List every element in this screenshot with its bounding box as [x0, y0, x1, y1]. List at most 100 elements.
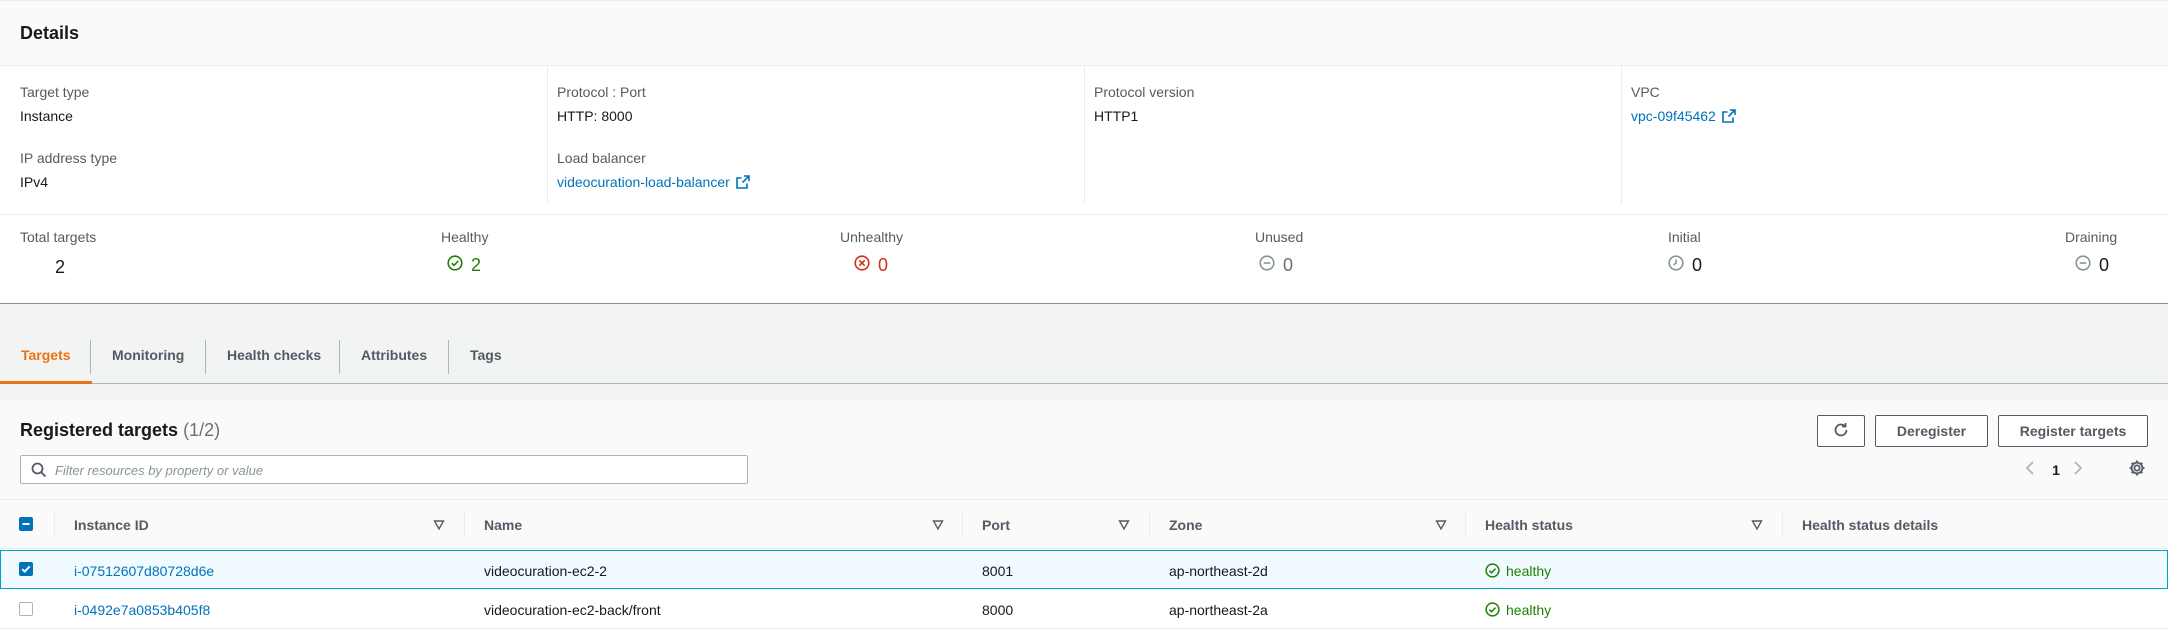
target-type-label: Target type — [20, 84, 90, 100]
details-column-4: VPC vpc-09f45462 — [1621, 66, 2158, 204]
unhealthy-label: Unhealthy — [840, 229, 904, 245]
health-status-badge: healthy — [1485, 602, 1551, 618]
tabs-bar: Targets Monitoring Health checks Attribu… — [0, 330, 2168, 384]
target-port: 8000 — [982, 601, 1014, 618]
initial-label: Initial — [1668, 229, 1701, 245]
details-column-1: Target type Instance IP address type IPv… — [0, 66, 537, 204]
target-zone: ap-northeast-2d — [1169, 562, 1268, 579]
sort-icon[interactable] — [433, 518, 445, 534]
unused-stat: Unused 0 — [1255, 229, 1303, 276]
next-page-icon[interactable] — [2072, 460, 2088, 479]
pagination: 1 — [2024, 460, 2088, 479]
vpc-link[interactable]: vpc-09f45462 — [1631, 108, 1736, 126]
registered-targets-title: Registered targets (1/2) — [20, 420, 220, 441]
check-circle-icon — [447, 255, 463, 276]
clock-icon — [1668, 255, 1684, 276]
instance-id-link[interactable]: i-07512607d80728d6e — [74, 551, 214, 590]
registered-targets-count: (1/2) — [183, 420, 221, 440]
deregister-button[interactable]: Deregister — [1875, 415, 1988, 447]
tab-targets[interactable]: Targets — [0, 330, 92, 384]
unhealthy-value: 0 — [878, 255, 889, 275]
ip-address-type-label: IP address type — [20, 150, 118, 166]
health-status-text: healthy — [1506, 562, 1552, 579]
external-link-icon — [1722, 109, 1736, 126]
column-name[interactable]: Name — [484, 500, 522, 549]
details-title: Details — [20, 23, 80, 43]
tab-attributes[interactable]: Attributes — [340, 330, 448, 384]
page-number[interactable]: 1 — [2040, 462, 2072, 478]
sort-icon[interactable] — [1751, 518, 1763, 534]
sort-icon[interactable] — [1435, 518, 1447, 534]
row-checkbox[interactable] — [19, 602, 33, 616]
protocol-port-value: HTTP: 8000 — [557, 108, 633, 124]
registered-targets-title-text: Registered targets — [20, 420, 179, 440]
total-targets-value: 2 — [55, 257, 66, 277]
vpc-link-text[interactable]: vpc-09f45462 — [1631, 108, 1716, 124]
register-targets-button[interactable]: Register targets — [1998, 415, 2148, 447]
column-health-status-details[interactable]: Health status details — [1802, 500, 1938, 549]
unhealthy-stat: Unhealthy 0 — [840, 229, 903, 276]
select-all-checkbox[interactable] — [19, 517, 33, 531]
protocol-version-label: Protocol version — [1094, 84, 1195, 100]
healthy-value: 2 — [471, 255, 482, 275]
details-column-2: Protocol : Port HTTP: 8000 Load balancer… — [547, 66, 1084, 204]
protocol-version-value: HTTP1 — [1094, 108, 1139, 124]
initial-stat: Initial 0 — [1668, 229, 1702, 276]
column-divider — [464, 512, 465, 537]
target-name: videocuration-ec2-2 — [484, 562, 607, 579]
sort-icon[interactable] — [932, 518, 944, 534]
sort-icon[interactable] — [1118, 518, 1130, 534]
column-instance-id[interactable]: Instance ID — [74, 500, 149, 549]
column-port[interactable]: Port — [982, 500, 1010, 549]
total-targets-label: Total targets — [20, 229, 97, 245]
draining-value: 0 — [2099, 255, 2110, 275]
minus-circle-icon — [2075, 255, 2091, 276]
filter-input[interactable] — [55, 460, 735, 480]
total-targets-stat: Total targets 2 — [20, 229, 96, 278]
health-status-badge: healthy — [1485, 563, 1551, 579]
column-divider — [962, 512, 963, 537]
external-link-icon — [735, 175, 750, 192]
column-divider — [1782, 512, 1783, 537]
unused-value: 0 — [1283, 255, 1294, 275]
check-circle-icon — [1485, 602, 1500, 617]
instance-id-link[interactable]: i-0492e7a0853b405f8 — [74, 590, 210, 629]
health-status: healthy — [1485, 551, 1551, 590]
vpc-label: VPC — [1631, 84, 1660, 100]
registered-targets-header: Registered targets (1/2) Deregister Regi… — [0, 400, 2168, 500]
table-row[interactable]: i-07512607d80728d6e videocuration-ec2-2 … — [0, 550, 2168, 589]
load-balancer-label: Load balancer — [557, 150, 646, 166]
tab-health-checks[interactable]: Health checks — [206, 330, 342, 384]
healthy-stat: Healthy 2 — [441, 229, 488, 276]
target-name: videocuration-ec2-back/front — [484, 601, 661, 618]
ip-address-type-value: IPv4 — [20, 174, 49, 190]
unused-label: Unused — [1255, 229, 1304, 245]
refresh-icon — [1832, 421, 1850, 442]
x-circle-icon — [854, 255, 870, 276]
filter-search-box[interactable] — [20, 455, 748, 484]
column-health-status[interactable]: Health status — [1485, 500, 1573, 549]
previous-page-icon[interactable] — [2024, 460, 2040, 479]
tab-tags[interactable]: Tags — [449, 330, 523, 384]
check-circle-icon — [1485, 563, 1500, 578]
load-balancer-link-text[interactable]: videocuration-load-balancer — [557, 174, 730, 190]
target-stats-row: Total targets 2 Healthy 2 Unhealthy 0 Un… — [0, 214, 2168, 302]
registered-targets-panel: Registered targets (1/2) Deregister Regi… — [0, 400, 2168, 631]
gear-icon[interactable] — [2128, 459, 2146, 480]
minus-circle-icon — [1259, 255, 1275, 276]
details-column-3: Protocol version HTTP1 — [1084, 66, 1621, 204]
target-zone: ap-northeast-2a — [1169, 601, 1268, 618]
details-panel: Details Target type Instance IP address … — [0, 0, 2168, 304]
health-status: healthy — [1485, 590, 1551, 629]
load-balancer-link[interactable]: videocuration-load-balancer — [557, 174, 750, 192]
search-icon — [31, 462, 47, 481]
column-divider — [1465, 512, 1466, 537]
column-divider — [54, 512, 55, 537]
table-row[interactable]: i-0492e7a0853b405f8 videocuration-ec2-ba… — [0, 590, 2168, 629]
row-checkbox[interactable] — [19, 562, 33, 576]
details-header: Details — [0, 0, 2168, 66]
health-status-text: healthy — [1506, 601, 1552, 618]
column-zone[interactable]: Zone — [1169, 500, 1202, 549]
refresh-button[interactable] — [1817, 415, 1865, 447]
tab-monitoring[interactable]: Monitoring — [91, 330, 205, 384]
